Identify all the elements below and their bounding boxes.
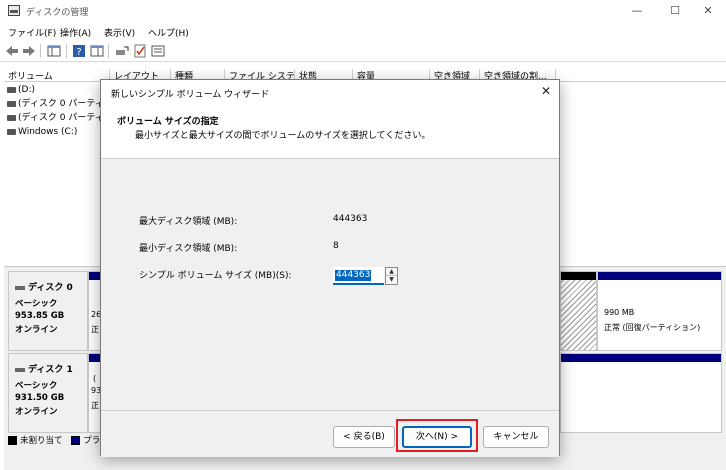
menu-help[interactable]: ヘルプ(H) (148, 26, 189, 39)
svg-text:?: ? (76, 47, 81, 58)
disk-legend: 未割り当て プライ (8, 434, 109, 446)
new-simple-volume-wizard: 新しいシンプル ボリューム ウィザード ✕ ボリューム サイズの指定 最小サイズ… (100, 79, 560, 457)
wizard-close-icon[interactable]: ✕ (541, 84, 551, 98)
title-bar: ディスクの管理 — ☐ ✕ (0, 0, 726, 22)
partition-bar (561, 354, 721, 362)
back-button[interactable]: < 戻る(B) (333, 426, 395, 448)
partition-status: 正 (91, 401, 99, 410)
menu-view[interactable]: 表示(V) (104, 26, 135, 39)
drive-icon (7, 101, 16, 107)
maximize-button[interactable]: ☐ (660, 3, 690, 19)
wizard-heading: ボリューム サイズの指定 (117, 117, 219, 127)
disk-1-partition-2[interactable] (560, 353, 722, 433)
volume-name: (D:) (18, 85, 35, 95)
toolbar-separator (40, 44, 41, 58)
wizard-title: 新しいシンプル ボリューム ウィザード (111, 90, 270, 100)
toolbar-separator (66, 44, 67, 58)
disk-1-status: オンライン (15, 407, 58, 417)
recovery-size: 990 MB (604, 308, 635, 317)
toolbar: ? (0, 40, 726, 62)
menu-bar: ファイル(F) 操作(A) 表示(V) ヘルプ(H) (0, 22, 726, 40)
disk-1-type: ベーシック (15, 381, 58, 391)
disk-0-label[interactable]: ディスク 0 ベーシック 953.85 GB オンライン (8, 271, 88, 351)
toolbar-separator (108, 44, 109, 58)
unallocated-bar (561, 272, 596, 280)
legend-unallocated: 未割り当て (20, 436, 63, 446)
disk-management-app-icon (8, 5, 20, 16)
legend-swatch-primary (71, 436, 81, 445)
disk-0-size: 953.85 GB (15, 311, 65, 321)
volume-name: (ディスク 0 パーティション 1) (18, 99, 100, 109)
disk-icon (15, 367, 25, 372)
max-space-value: 444363 (333, 214, 368, 224)
volume-size-selected-text[interactable]: 444363 (335, 270, 372, 281)
spin-buttons: ▲ ▼ (385, 267, 398, 285)
menu-action[interactable]: 操作(A) (60, 26, 91, 39)
partition-label: ( (93, 374, 97, 383)
partition-status: 正 (91, 325, 99, 334)
wizard-title-bar: 新しいシンプル ボリューム ウィザード ✕ (101, 80, 559, 104)
connect-disk-icon[interactable] (115, 44, 129, 58)
volume-row[interactable]: (D:) (4, 83, 100, 97)
minimize-button[interactable]: — (622, 3, 652, 19)
disk-icon (15, 285, 25, 290)
disk-0-type: ベーシック (15, 299, 58, 309)
disk-1-label[interactable]: ディスク 1 ベーシック 931.50 GB オンライン (8, 353, 88, 433)
volume-row[interactable]: (ディスク 0 パーティション 1) (4, 97, 100, 111)
disk-0-status: オンライン (15, 325, 58, 335)
spin-down-icon[interactable]: ▼ (386, 276, 397, 284)
menu-file[interactable]: ファイル(F) (8, 26, 56, 39)
help-icon[interactable]: ? (72, 44, 86, 58)
cancel-button[interactable]: キャンセル (483, 426, 549, 448)
drive-icon (7, 129, 16, 135)
drive-icon (7, 115, 16, 121)
forward-arrow-icon[interactable] (22, 44, 36, 58)
volume-list: (D:) (ディスク 0 パーティション 1) (ディスク 0 パーティション … (4, 83, 100, 139)
properties-pane-icon[interactable] (90, 44, 104, 58)
disk-0-selected-unallocated[interactable] (560, 271, 597, 351)
disk-0-name: ディスク 0 (28, 283, 73, 293)
window-title: ディスクの管理 (26, 8, 89, 18)
back-arrow-icon[interactable] (5, 44, 19, 58)
wizard-header: ボリューム サイズの指定 最小サイズと最大サイズの間でボリュームのサイズを選択し… (101, 104, 559, 159)
spin-up-icon[interactable]: ▲ (386, 268, 397, 276)
recovery-status: 正常 (回復パーティション) (604, 323, 701, 332)
check-properties-icon[interactable] (133, 44, 147, 58)
min-space-value: 8 (333, 241, 339, 251)
volume-size-stepper[interactable]: 444363 ▲ ▼ (333, 267, 398, 285)
max-space-label: 最大ディスク領域 (MB): (139, 217, 238, 227)
disk-1-size: 931.50 GB (15, 393, 65, 403)
wizard-subheading: 最小サイズと最大サイズの間でボリュームのサイズを選択してください。 (135, 131, 431, 141)
drive-icon (7, 87, 16, 93)
console-tree-icon[interactable] (47, 44, 61, 58)
next-button-highlight (396, 419, 478, 452)
col-volume[interactable]: ボリューム (4, 69, 110, 81)
volume-row[interactable]: (ディスク 0 パーティション 4) (4, 111, 100, 125)
volume-size-label: シンプル ボリューム サイズ (MB)(S): (139, 271, 292, 281)
min-space-label: 最小ディスク領域 (MB): (139, 244, 238, 254)
volume-row[interactable]: Windows (C:) (4, 125, 100, 139)
partition-bar (598, 272, 721, 280)
disk-0-recovery-partition[interactable]: 990 MB 正常 (回復パーティション) (597, 271, 722, 351)
view-list-icon[interactable] (151, 44, 165, 58)
legend-swatch-unallocated (8, 436, 17, 445)
close-button[interactable]: ✕ (693, 3, 723, 19)
volume-name: Windows (C:) (18, 127, 78, 137)
disk-1-name: ディスク 1 (28, 365, 73, 375)
volume-name: (ディスク 0 パーティション 4) (18, 113, 100, 123)
